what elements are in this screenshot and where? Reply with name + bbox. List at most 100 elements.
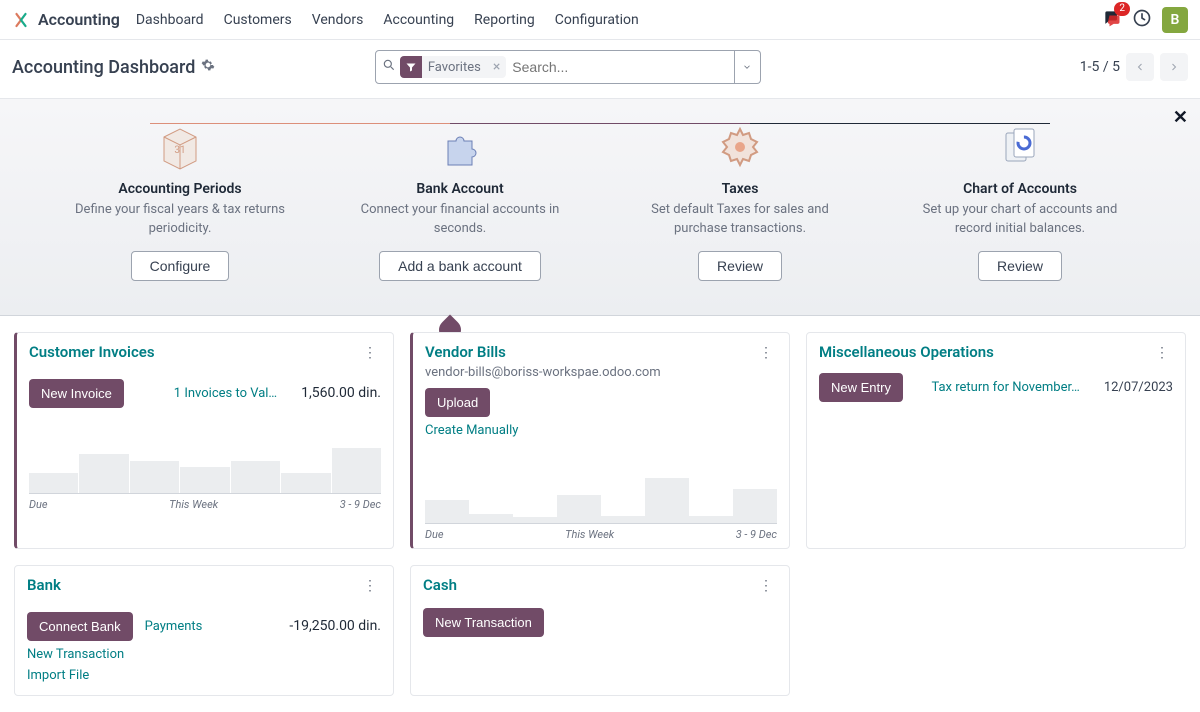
calendar-icon: 31 <box>156 123 204 171</box>
svg-text:31: 31 <box>174 145 185 156</box>
card-title[interactable]: Vendor Bills <box>425 343 506 361</box>
chart-bar <box>645 478 689 523</box>
card-title[interactable]: Customer Invoices <box>29 343 155 361</box>
facet-label: Favorites <box>422 58 487 77</box>
step-desc: Connect your financial accounts in secon… <box>355 201 565 239</box>
chart-label: This Week <box>169 498 218 511</box>
kebab-icon[interactable]: ⋮ <box>359 343 381 363</box>
chart-bar <box>689 516 733 523</box>
import-file-link[interactable]: Import File <box>27 668 381 683</box>
review-coa-button[interactable]: Review <box>978 251 1062 281</box>
gear-icon[interactable] <box>201 58 215 76</box>
chart-bar <box>29 473 78 492</box>
misc-date: 12/07/2023 <box>1104 380 1173 395</box>
tax-return-link[interactable]: Tax return for November… <box>931 380 1079 395</box>
filter-icon <box>400 56 422 78</box>
search-input[interactable] <box>512 59 728 75</box>
step-title: Chart of Accounts <box>963 181 1077 197</box>
step-desc: Define your fiscal years & tax returns p… <box>75 201 285 239</box>
step-title: Accounting Periods <box>118 181 241 197</box>
onboarding-banner: ✕ 31 Accounting Periods Define your fisc… <box>0 98 1200 316</box>
pager-next-button[interactable] <box>1160 53 1188 81</box>
user-avatar[interactable]: B <box>1162 7 1188 33</box>
step-desc: Set default Taxes for sales and purchase… <box>635 201 845 239</box>
app-logo-icon <box>12 11 30 29</box>
review-taxes-button[interactable]: Review <box>698 251 782 281</box>
vendor-bills-email: vendor-bills@boriss-workspae.odoo.com <box>413 365 789 380</box>
search-box[interactable]: Favorites × <box>375 50 735 84</box>
app-title[interactable]: Accounting <box>38 10 120 29</box>
bank-balance: -19,250.00 din. <box>289 618 381 634</box>
card-misc-operations: Miscellaneous Operations ⋮ New Entry Tax… <box>806 332 1186 549</box>
nav-vendors[interactable]: Vendors <box>312 12 364 28</box>
add-bank-account-button[interactable]: Add a bank account <box>379 251 541 281</box>
kebab-icon[interactable]: ⋮ <box>755 576 777 596</box>
onboarding-step-bank: Bank Account Connect your financial acco… <box>320 123 600 281</box>
configure-button[interactable]: Configure <box>131 251 230 281</box>
close-icon[interactable]: ✕ <box>1173 107 1188 128</box>
search-options-dropdown[interactable] <box>735 50 761 84</box>
chart-bar <box>281 473 330 492</box>
invoices-amount: 1,560.00 din. <box>301 385 381 401</box>
upload-button[interactable]: Upload <box>425 388 490 417</box>
connect-bank-button[interactable]: Connect Bank <box>27 612 133 641</box>
chart-bar <box>130 461 179 493</box>
kebab-icon[interactable]: ⋮ <box>359 576 381 596</box>
chart-bar <box>231 461 280 493</box>
card-customer-invoices: Customer Invoices ⋮ New Invoice 1 Invoic… <box>14 332 394 549</box>
step-title: Taxes <box>722 181 759 197</box>
card-title[interactable]: Cash <box>423 576 457 594</box>
control-panel: Accounting Dashboard Favorites × 1-5 / 5 <box>0 40 1200 98</box>
chart-label: This Week <box>565 528 614 541</box>
onboarding-step-periods: 31 Accounting Periods Define your fiscal… <box>40 123 320 281</box>
chart-label: 3 - 9 Dec <box>736 528 777 541</box>
messages-badge: 2 <box>1114 2 1130 16</box>
nav-dashboard[interactable]: Dashboard <box>136 12 204 28</box>
new-entry-button[interactable]: New Entry <box>819 373 903 402</box>
payments-link[interactable]: Payments <box>145 619 203 634</box>
page-title: Accounting Dashboard <box>12 57 195 78</box>
create-manually-link[interactable]: Create Manually <box>425 423 777 438</box>
top-nav: Accounting Dashboard Customers Vendors A… <box>0 0 1200 40</box>
chart-bar <box>513 517 557 523</box>
new-transaction-link[interactable]: New Transaction <box>27 647 381 662</box>
chart-bar <box>733 489 777 523</box>
chart-label: 3 - 9 Dec <box>340 498 381 511</box>
nav-menu: Dashboard Customers Vendors Accounting R… <box>136 12 639 28</box>
chart-label: Due <box>29 498 48 511</box>
search-facet-favorites: Favorites × <box>400 56 506 78</box>
nav-reporting[interactable]: Reporting <box>474 12 535 28</box>
chart-bar <box>557 495 601 523</box>
messages-icon[interactable]: 2 <box>1102 8 1122 32</box>
onboarding-step-coa: Chart of Accounts Set up your chart of a… <box>880 123 1160 281</box>
documents-icon <box>996 123 1044 171</box>
puzzle-icon <box>436 123 484 171</box>
new-invoice-button[interactable]: New Invoice <box>29 379 124 408</box>
pager-text[interactable]: 1-5 / 5 <box>1080 59 1120 75</box>
card-title[interactable]: Bank <box>27 576 61 594</box>
card-bank: Bank ⋮ Connect Bank Payments -19,250.00 … <box>14 565 394 696</box>
card-title[interactable]: Miscellaneous Operations <box>819 343 994 361</box>
chart-bar <box>601 516 645 523</box>
bills-aging-chart: Due This Week 3 - 9 Dec <box>413 478 789 548</box>
nav-customers[interactable]: Customers <box>224 12 292 28</box>
chart-bar <box>469 514 513 523</box>
onboarding-step-taxes: Taxes Set default Taxes for sales and pu… <box>600 123 880 281</box>
new-transaction-button[interactable]: New Transaction <box>423 608 544 637</box>
kebab-icon[interactable]: ⋮ <box>1151 343 1173 363</box>
chart-bar <box>332 448 381 493</box>
card-cash: Cash ⋮ New Transaction <box>410 565 790 696</box>
chart-label: Due <box>425 528 444 541</box>
invoices-to-validate-link[interactable]: 1 Invoices to Val… <box>174 386 277 401</box>
kebab-icon[interactable]: ⋮ <box>755 343 777 363</box>
activities-icon[interactable] <box>1132 8 1152 32</box>
chart-bar <box>425 500 469 523</box>
pager-prev-button[interactable] <box>1126 53 1154 81</box>
nav-accounting[interactable]: Accounting <box>383 12 454 28</box>
facet-remove-icon[interactable]: × <box>487 59 506 75</box>
step-title: Bank Account <box>416 181 503 197</box>
invoices-aging-chart: Due This Week 3 - 9 Dec <box>17 448 393 518</box>
nav-configuration[interactable]: Configuration <box>555 12 639 28</box>
step-desc: Set up your chart of accounts and record… <box>915 201 1125 239</box>
chart-bar <box>79 454 128 493</box>
